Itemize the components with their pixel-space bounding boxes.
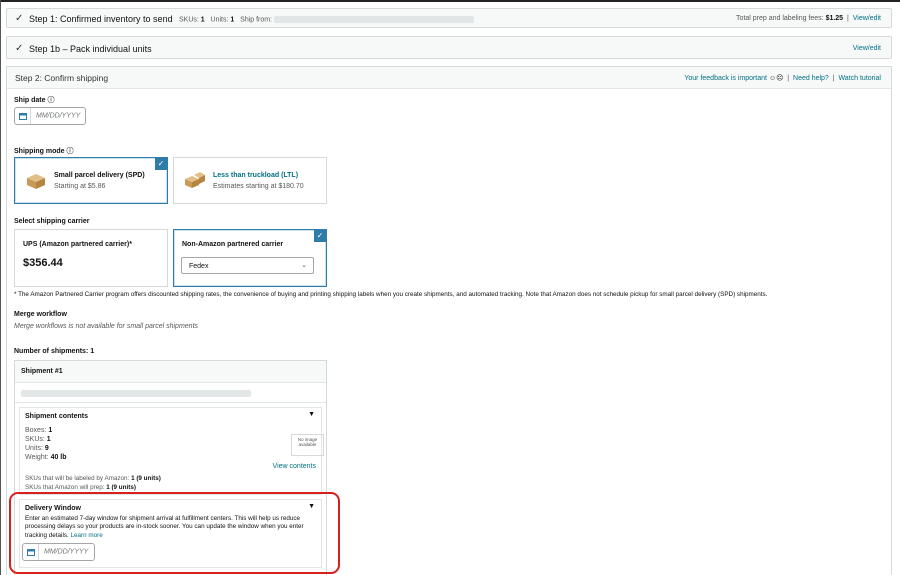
parcel-box-icon — [25, 172, 47, 189]
highlight-annotation — [9, 492, 340, 574]
smiley-icon[interactable]: ☺☹ — [769, 75, 783, 82]
step1-summary: SKUs: 1 Units: 1 Ship from: — [179, 16, 475, 23]
pallet-boxes-icon — [182, 171, 205, 188]
view-contents-link[interactable]: View contents — [273, 463, 316, 470]
shipment-title: Shipment #1 — [21, 368, 63, 375]
info-icon[interactable]: ⓘ — [47, 97, 54, 104]
redacted-address — [274, 16, 475, 23]
window-left-border — [0, 0, 1, 575]
shipment-contents-title: Shipment contents — [25, 413, 89, 420]
step2-header: Step 2: Confirm shipping Your feedback i… — [7, 67, 891, 89]
shipping-mode-label: Shipping mode ⓘ — [14, 148, 74, 155]
info-icon[interactable]: ⓘ — [67, 148, 74, 155]
step1-view-edit-link[interactable]: View/edit — [853, 15, 881, 22]
window-top-border — [0, 0, 900, 2]
ups-price: $356.44 — [23, 257, 63, 269]
no-image-thumbnail: No image available — [291, 434, 324, 456]
spd-option-card[interactable]: ✓ Small parcel delivery (SPD) Starting a… — [14, 157, 168, 204]
need-help-link[interactable]: Need help? — [793, 75, 829, 82]
check-icon: ✓ — [15, 43, 24, 54]
step2-title: Step 2: Confirm shipping — [15, 73, 109, 83]
ltl-option-card[interactable]: Less than truckload (LTL) Estimates star… — [173, 157, 327, 204]
calendar-icon[interactable] — [15, 108, 31, 124]
carrier-footnote: * The Amazon Partnered Carrier program o… — [14, 291, 768, 298]
step2-help-links: Your feedback is important ☺☹ | Need hel… — [684, 75, 881, 82]
contents-stats: Boxes: 1 SKUs: 1 Units: 9 Weight: 40 lb — [25, 427, 67, 461]
label-prep-stats: SKUs that will be labeled by Amazon: 1 (… — [25, 475, 161, 491]
step1b-title: Step 1b – Pack individual units — [29, 44, 152, 54]
selected-check-icon: ✓ — [155, 158, 167, 170]
shipment-header: Shipment #1 — [15, 361, 326, 383]
ship-date-label: Ship date ⓘ — [14, 97, 55, 104]
number-of-shipments: Number of shipments: 1 — [14, 348, 95, 355]
step1-fees: Total prep and labeling fees: $1.25 | Vi… — [736, 15, 881, 22]
collapse-triangle-icon[interactable]: ▼ — [308, 411, 315, 418]
carrier-label: Select shipping carrier — [14, 218, 90, 225]
non-amazon-carrier-card[interactable]: ✓ Non-Amazon partnered carrier Fedex ⌄ — [173, 229, 327, 287]
step1-bar: ✓ Step 1: Confirmed inventory to send SK… — [6, 8, 892, 28]
merge-workflow-note: Merge workflows is not available for sma… — [14, 323, 199, 330]
step1-title: Step 1: Confirmed inventory to send — [29, 14, 173, 24]
shipment-contents-section: Shipment contents ▼ Boxes: 1 SKUs: 1 Uni… — [19, 407, 324, 495]
chevron-down-icon: ⌄ — [301, 262, 307, 269]
feedback-link[interactable]: Your feedback is important — [684, 75, 767, 82]
ups-carrier-card[interactable]: UPS (Amazon partnered carrier)* $356.44 — [14, 229, 168, 287]
carrier-select[interactable]: Fedex ⌄ — [181, 257, 314, 274]
ship-date-input[interactable]: MM/DD/YYYY — [14, 107, 86, 125]
check-icon: ✓ — [15, 13, 24, 24]
watch-tutorial-link[interactable]: Watch tutorial — [838, 75, 881, 82]
shipment-destination — [15, 383, 326, 403]
step1b-view-edit-link[interactable]: View/edit — [853, 45, 881, 52]
step1b-bar: ✓ Step 1b – Pack individual units View/e… — [6, 36, 892, 59]
redacted-destination — [21, 390, 251, 397]
merge-workflow-label: Merge workflow — [14, 311, 67, 318]
selected-check-icon: ✓ — [314, 230, 326, 242]
